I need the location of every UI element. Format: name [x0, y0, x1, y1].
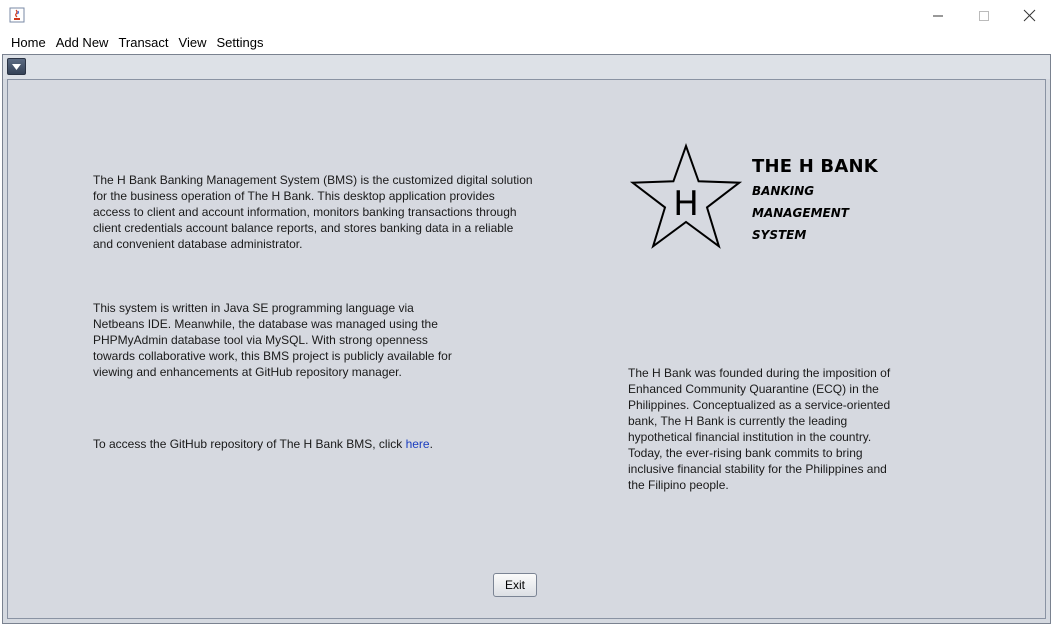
- text-line: The H Bank was founded during the imposi…: [628, 366, 891, 380]
- minimize-icon: [933, 15, 943, 16]
- github-access-text: To access the GitHub repository of The H…: [93, 436, 433, 452]
- maximize-icon: [979, 10, 989, 21]
- text-line: Netbeans IDE. Meanwhile, the database wa…: [93, 317, 438, 331]
- text-line: Enhanced Community Quarantine (ECQ) in t…: [628, 382, 879, 396]
- home-panel: The H Bank Banking Management System (BM…: [7, 79, 1046, 619]
- internal-frame-header: [3, 55, 1050, 79]
- text-line: Today, the ever-rising bank commits to b…: [628, 446, 863, 460]
- github-suffix: .: [429, 437, 433, 451]
- logo-subtitle-line1: BANKING: [752, 184, 815, 198]
- logo-subtitle-line2: MANAGEMENT: [752, 206, 849, 220]
- text-line: access to client and account information…: [93, 205, 517, 219]
- chevron-down-icon: [12, 63, 21, 70]
- java-app-icon: [9, 7, 25, 23]
- logo-subtitle-line3: SYSTEM: [752, 228, 807, 242]
- text-line: inclusive financial stability for the Ph…: [628, 462, 887, 476]
- menu-settings[interactable]: Settings: [211, 31, 268, 54]
- text-line: and convenient database administrator.: [93, 237, 303, 251]
- menu-add-new[interactable]: Add New: [51, 31, 114, 54]
- text-line: hypothetical financial institution in th…: [628, 430, 872, 444]
- maximize-button[interactable]: [961, 0, 1007, 31]
- text-line: The H Bank Banking Management System (BM…: [93, 173, 533, 187]
- text-line: client credentials account balance repor…: [93, 221, 514, 235]
- text-line: This system is written in Java SE progra…: [93, 301, 414, 315]
- menu-view[interactable]: View: [174, 31, 212, 54]
- text-line: towards collaborative work, this BMS pro…: [93, 349, 452, 363]
- text-line: the Filipino people.: [628, 478, 729, 492]
- logo-letter: H: [673, 184, 699, 224]
- intro-paragraph: The H Bank Banking Management System (BM…: [93, 172, 533, 252]
- github-link[interactable]: here: [406, 437, 430, 451]
- frame-menu-button[interactable]: [7, 58, 26, 75]
- menu-home[interactable]: Home: [6, 31, 51, 54]
- menu-bar: Home Add New Transact View Settings: [0, 31, 1053, 54]
- text-line: bank, The H Bank is currently the leadin…: [628, 414, 848, 428]
- logo-title: THE H BANK: [752, 156, 878, 177]
- github-prefix: To access the GitHub repository of The H…: [93, 437, 406, 451]
- text-line: Philippines. Conceptualized as a service…: [628, 398, 891, 412]
- technology-paragraph: This system is written in Java SE progra…: [93, 300, 452, 380]
- title-bar: [0, 0, 1053, 31]
- text-line: PHPMyAdmin database tool via MySQL. With…: [93, 333, 428, 347]
- text-line: for the business operation of The H Bank…: [93, 189, 495, 203]
- menu-transact[interactable]: Transact: [113, 31, 173, 54]
- exit-button[interactable]: Exit: [493, 573, 537, 597]
- internal-frame: The H Bank Banking Management System (BM…: [2, 54, 1051, 624]
- text-line: viewing and enhancements at GitHub repos…: [93, 365, 402, 379]
- star-logo-icon: H: [629, 143, 743, 249]
- minimize-button[interactable]: [915, 0, 961, 31]
- close-button[interactable]: [1006, 0, 1052, 31]
- close-icon: [1023, 9, 1035, 22]
- about-paragraph: The H Bank was founded during the imposi…: [628, 365, 890, 493]
